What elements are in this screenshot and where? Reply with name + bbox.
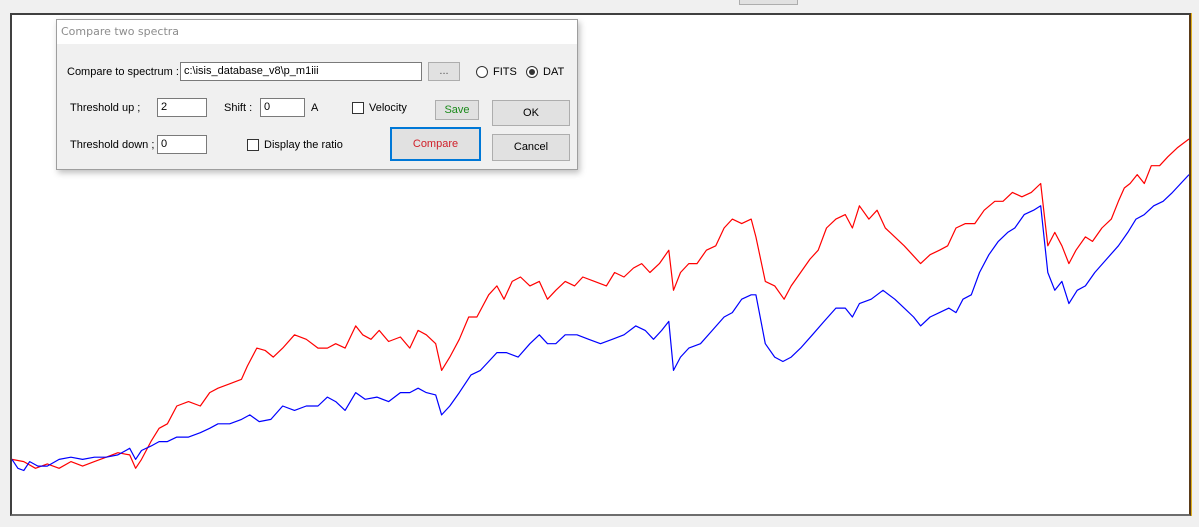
compare-spectra-dialog: Compare two spectra Compare to spectrum … [56, 19, 578, 170]
compare-to-spectrum-label: Compare to spectrum : [67, 66, 179, 78]
save-button[interactable]: Save [435, 100, 479, 120]
cancel-button[interactable]: Cancel [492, 134, 570, 161]
radio-dat-label: DAT [543, 66, 565, 78]
threshold-up-label: Threshold up ; [70, 102, 141, 114]
velocity-label: Velocity [369, 102, 407, 114]
display-ratio-checkbox[interactable] [247, 139, 259, 151]
shift-unit: A [311, 102, 319, 114]
shift-label: Shift : [224, 102, 253, 114]
shift-input[interactable]: 0 [260, 98, 305, 117]
display-ratio-label: Display the ratio [264, 139, 343, 151]
spectrum-red-line [12, 138, 1189, 469]
radio-fits-label: FITS [493, 66, 517, 78]
threshold-down-input[interactable]: 0 [157, 135, 207, 154]
threshold-down-label: Threshold down ; [70, 139, 155, 151]
dialog-title: Compare two spectra [61, 25, 180, 38]
velocity-checkbox[interactable] [352, 102, 364, 114]
radio-dat[interactable] [526, 66, 538, 78]
spectrum-blue-line [12, 174, 1189, 472]
ok-button[interactable]: OK [492, 100, 570, 126]
radio-fits[interactable] [476, 66, 488, 78]
compare-button[interactable]: Compare [390, 127, 481, 161]
threshold-up-input[interactable]: 2 [157, 98, 207, 117]
browse-button[interactable]: ... [428, 62, 460, 81]
dialog-titlebar: Compare two spectra [57, 20, 577, 44]
toolbar-button-partial[interactable] [739, 0, 798, 5]
spectrum-path-input[interactable]: c:\isis_database_v8\p_m1iii [180, 62, 422, 81]
